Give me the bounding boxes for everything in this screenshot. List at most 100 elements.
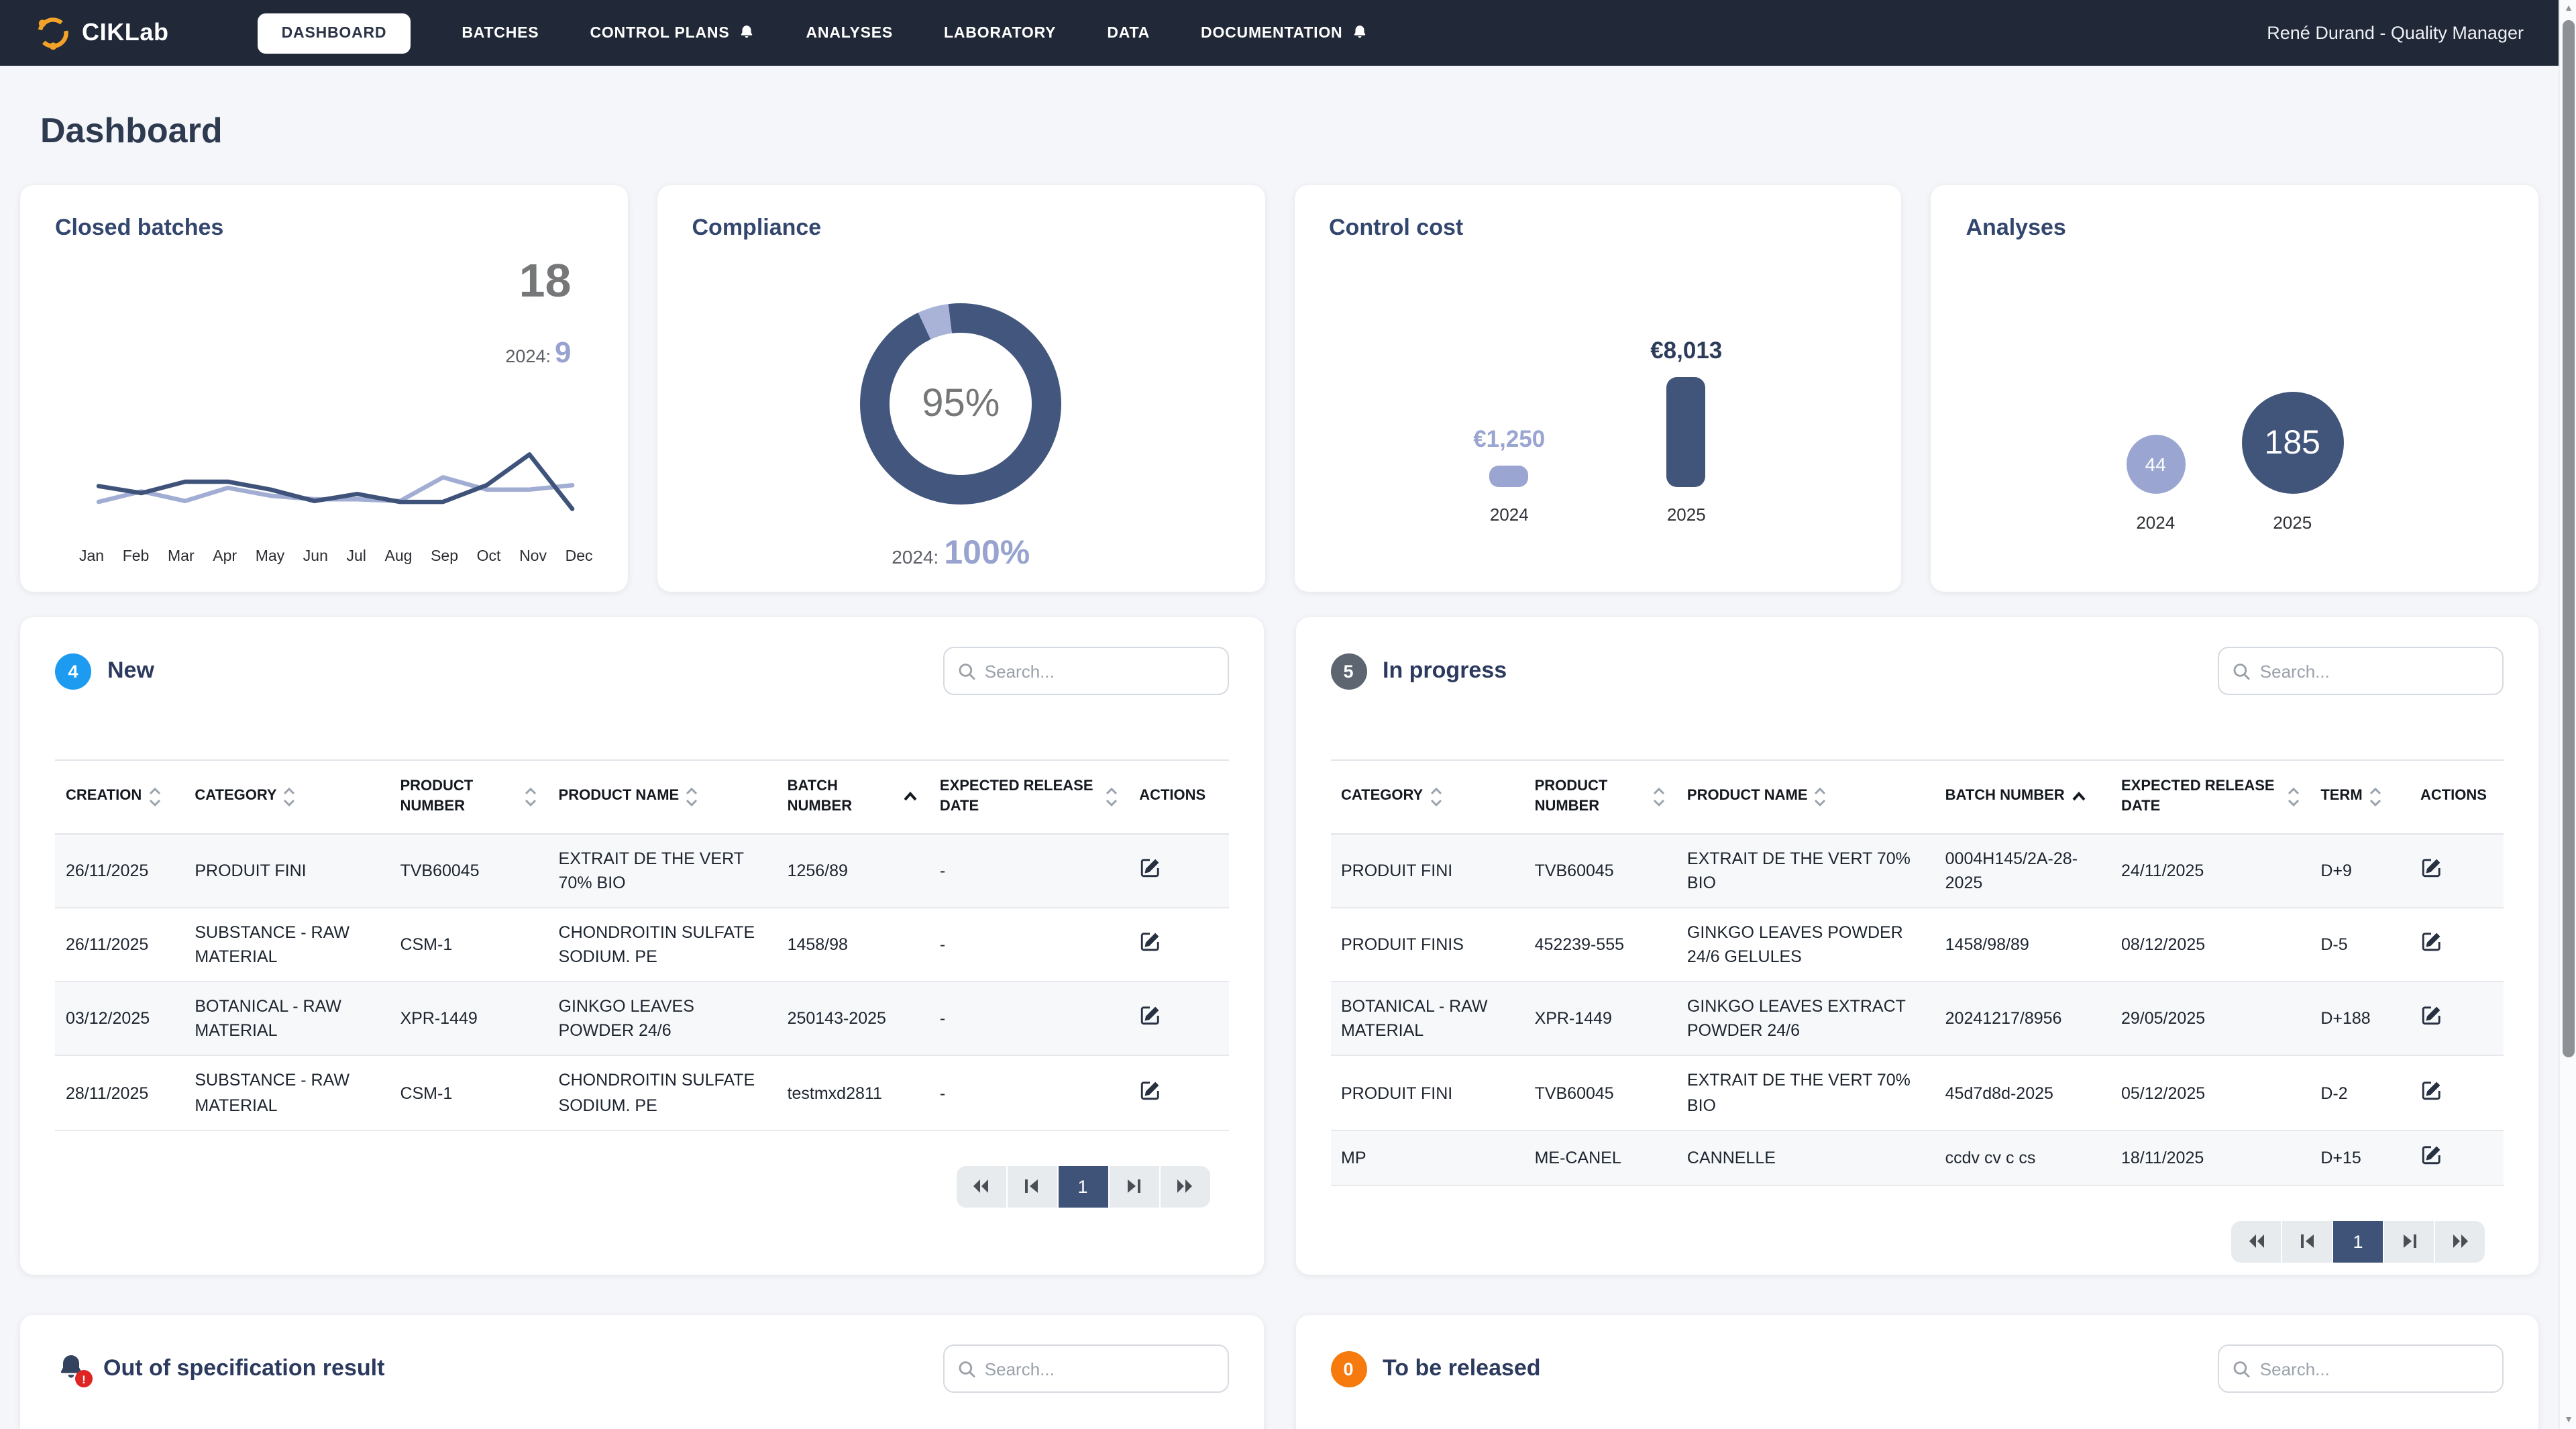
bar-2025-shape [1667,377,1706,487]
col-product-name[interactable]: PRODUCT NAME [548,760,777,833]
tables-row: 4 New CREATION CATEGORY PRODUCT NUMBER P… [20,617,2538,1275]
bell-icon [738,24,755,42]
col-term[interactable]: TERM [2310,760,2410,833]
top-nav: CIKLab DASHBOARD BATCHES CONTROL PLANS A… [0,0,2559,66]
edit-button[interactable] [2420,1078,2443,1105]
first-page-button[interactable] [956,1165,1006,1207]
nav-item-control-plans[interactable]: CONTROL PLANS [590,24,755,42]
to-be-released-search-input[interactable] [2260,1359,2489,1379]
sort-both-icon [2287,786,2299,808]
sort-asc-icon [2072,790,2086,804]
sort-both-icon [2369,786,2381,808]
alert-badge: ! [75,1370,93,1387]
sort-both-icon [1654,786,1666,808]
bar-2025: €8,013 2025 [1634,337,1739,525]
prev-page-button[interactable] [1007,1165,1057,1207]
new-table: CREATION CATEGORY PRODUCT NUMBER PRODUCT… [55,759,1228,1130]
edit-button[interactable] [1139,1004,1162,1031]
page-title: Dashboard [40,110,223,152]
new-section-header: 4 New [55,647,1228,695]
user-info[interactable]: René Durand - Quality Manager [2267,23,2524,43]
in-progress-section-header: 5 In progress [1330,647,2504,695]
nav-item-laboratory[interactable]: LABORATORY [944,25,1056,41]
edit-button[interactable] [2420,930,2443,957]
in-progress-pagination: 1 [2231,1221,2485,1263]
edit-button[interactable] [2420,1143,2443,1169]
analyses-bubble-chart: 44 2024 185 2025 [1931,392,2539,533]
col-expected-release-date[interactable]: EXPECTED RELEASE DATE [929,760,1128,833]
edit-button[interactable] [2420,1004,2443,1031]
col-category[interactable]: CATEGORY [1330,760,1524,833]
table-row[interactable]: PRODUIT FINIS452239-555GINKGO LEAVES POW… [1330,908,2504,982]
col-product-name[interactable]: PRODUCT NAME [1676,760,1935,833]
page-scrollbar[interactable]: ▲ ▼ [2559,0,2576,1429]
table-row[interactable]: 26/11/2025PRODUIT FINITVB60045EXTRAIT DE… [55,833,1228,908]
closed-batches-previous: 2024:9 [505,335,571,370]
compliance-card: Compliance 95% 2024:100% [657,185,1265,592]
analyses-card: Analyses 44 2024 185 2025 [1931,185,2539,592]
oos-search-input[interactable] [985,1359,1214,1379]
closed-batches-title: Closed batches [55,215,593,242]
edit-button[interactable] [1139,1078,1162,1105]
to-be-released-card: 0 To be released [1295,1315,2538,1429]
nav-item-documentation[interactable]: DOCUMENTATION [1201,24,1368,42]
col-actions: ACTIONS [2410,760,2504,833]
next-page-button[interactable] [1109,1165,1159,1207]
scroll-up-icon[interactable]: ▲ [2560,4,2576,13]
col-actions: ACTIONS [1128,760,1228,833]
table-row[interactable]: BOTANICAL - RAW MATERIALXPR-1449GINKGO L… [1330,982,2504,1056]
col-product-number[interactable]: PRODUCT NUMBER [1524,760,1676,833]
col-creation[interactable]: CREATION [55,760,184,833]
nav-item-batches[interactable]: BATCHES [462,25,539,41]
ciklab-logo-icon [35,15,71,51]
new-count-badge: 4 [55,653,91,689]
table-row[interactable]: 28/11/2025SUBSTANCE - RAW MATERIALCSM-1C… [55,1056,1228,1130]
dashboard-page: CIKLab DASHBOARD BATCHES CONTROL PLANS A… [0,0,2576,1429]
last-page-button[interactable] [1160,1165,1210,1207]
page-number-button[interactable]: 1 [2333,1221,2383,1263]
in-progress-search-input[interactable] [2260,661,2489,681]
prev-page-button[interactable] [2282,1221,2332,1263]
out-of-spec-card: ! Out of specification result [20,1315,1263,1429]
oos-section-header: ! Out of specification result [55,1344,1228,1393]
control-cost-bar-chart: €1,250 2024 €8,013 2025 [1294,337,1902,525]
col-batch-number[interactable]: BATCH NUMBER [1935,760,2110,833]
col-expected-release-date[interactable]: EXPECTED RELEASE DATE [2110,760,2310,833]
closed-batches-total: 18 [519,255,572,309]
scroll-down-icon[interactable]: ▼ [2560,1416,2576,1425]
scrollbar-thumb[interactable] [2563,20,2575,1057]
in-progress-count-badge: 5 [1330,653,1366,689]
brand-logo[interactable]: CIKLab [35,15,169,51]
table-row[interactable]: PRODUIT FINITVB60045EXTRAIT DE THE VERT … [1330,1056,2504,1130]
nav-item-analyses[interactable]: ANALYSES [806,25,894,41]
edit-button[interactable] [1139,856,1162,883]
table-row[interactable]: PRODUIT FINITVB60045EXTRAIT DE THE VERT … [1330,833,2504,908]
nav-item-data[interactable]: DATA [1107,25,1150,41]
last-page-button[interactable] [2435,1221,2485,1263]
new-search-input[interactable] [985,661,1214,681]
kpi-row: Closed batches 18 2024:9 JanFebMarAprMay… [20,185,2538,592]
first-page-button[interactable] [2231,1221,2281,1263]
col-product-number[interactable]: PRODUCT NUMBER [389,760,547,833]
alert-bell-icon: ! [55,1353,87,1385]
compliance-donut-chart: 95% [860,303,1061,505]
search-icon [2233,661,2251,681]
next-page-button[interactable] [2384,1221,2434,1263]
col-batch-number[interactable]: BATCH NUMBER [777,760,929,833]
control-cost-card: Control cost €1,250 2024 €8,013 2025 [1294,185,1902,592]
table-row[interactable]: MPME-CANELCANNELLEccdv cv c cs18/11/2025… [1330,1130,2504,1185]
sort-both-icon [686,786,698,808]
oos-search-box [943,1344,1228,1393]
bubble-2025-label: 2025 [2273,513,2312,533]
page-number-button[interactable]: 1 [1058,1165,1108,1207]
search-icon [957,661,975,681]
bar-2024: €1,250 2024 [1457,425,1562,525]
nav-item-dashboard[interactable]: DASHBOARD [258,13,411,53]
new-pagination: 1 [956,1165,1210,1207]
edit-button[interactable] [1139,930,1162,957]
table-row[interactable]: 03/12/2025BOTANICAL - RAW MATERIALXPR-14… [55,982,1228,1056]
table-row[interactable]: 26/11/2025SUBSTANCE - RAW MATERIALCSM-1C… [55,908,1228,982]
col-category[interactable]: CATEGORY [184,760,389,833]
edit-button[interactable] [2420,856,2443,883]
search-icon [2233,1359,2251,1379]
